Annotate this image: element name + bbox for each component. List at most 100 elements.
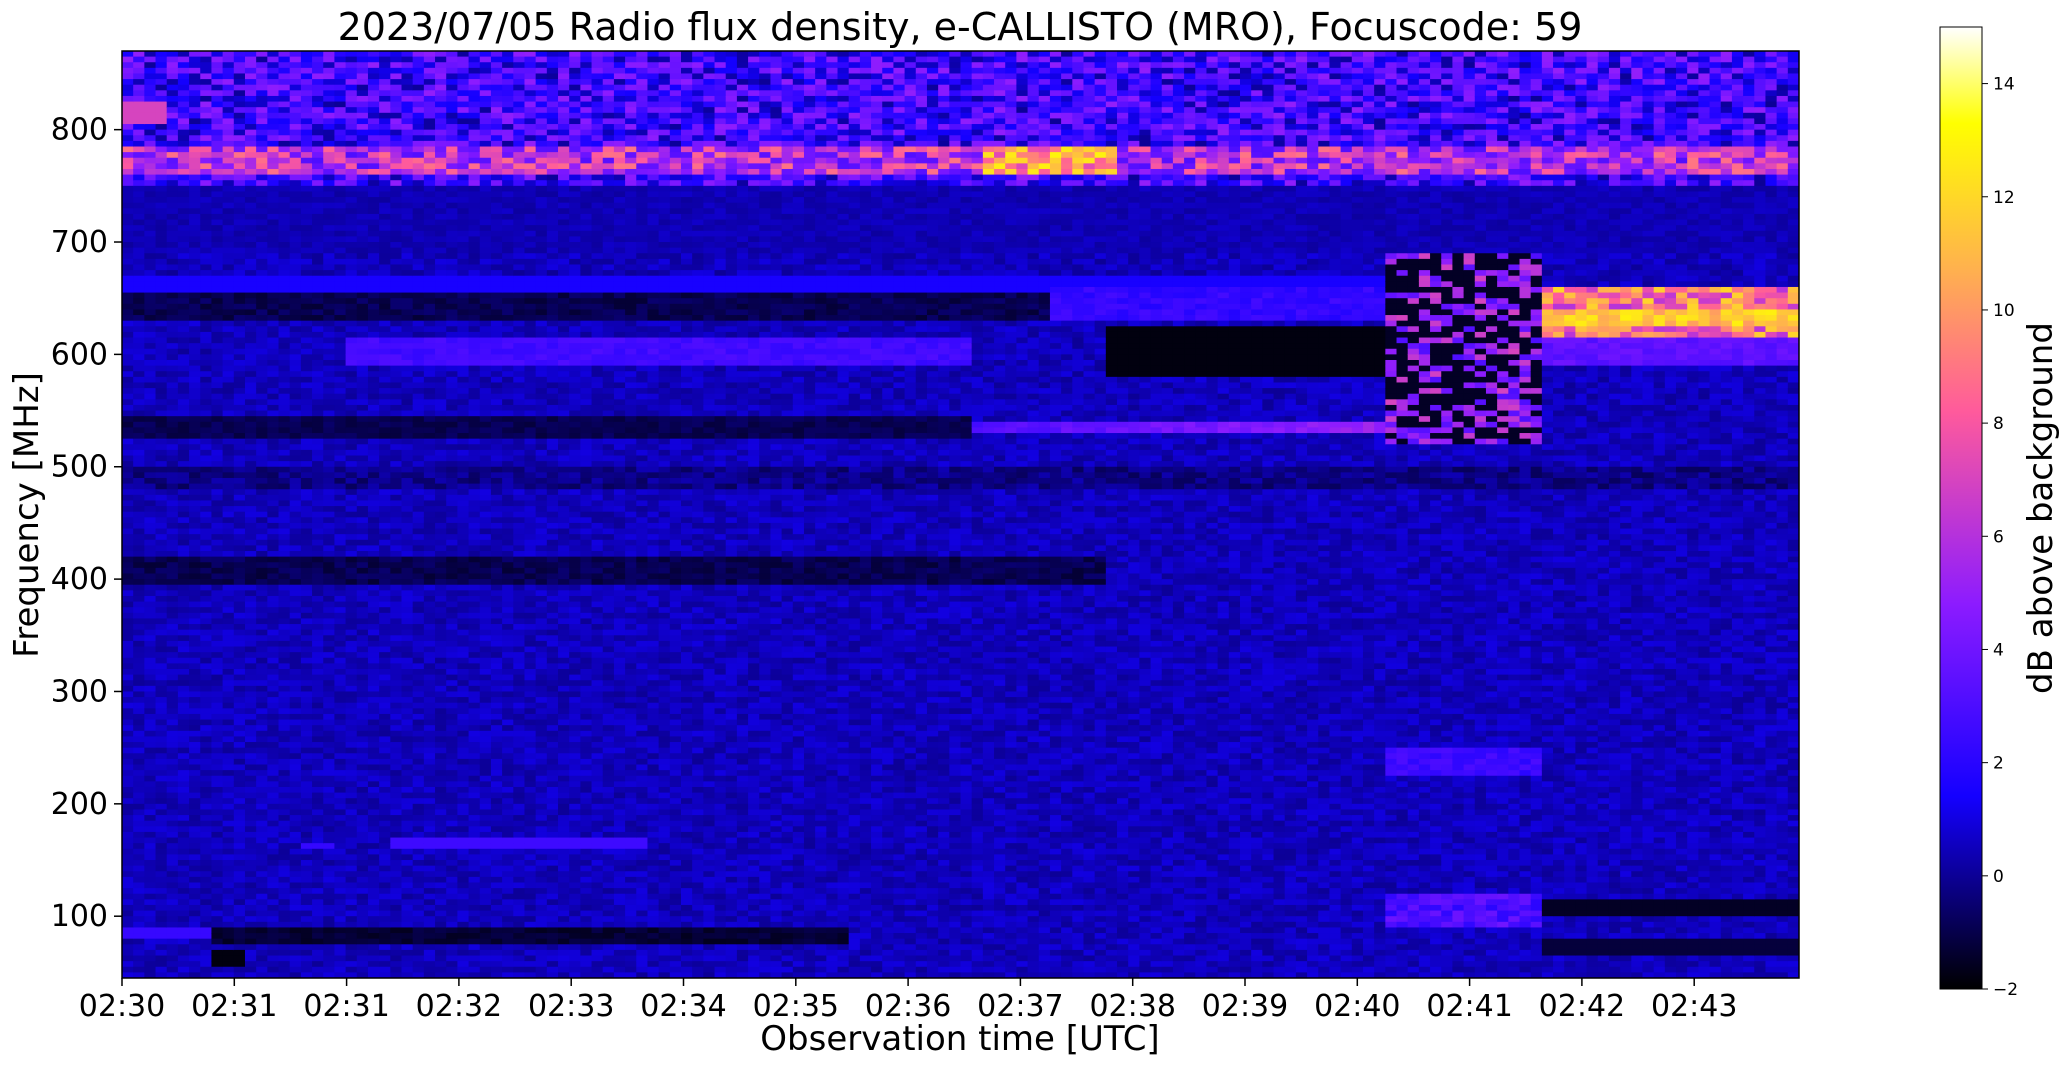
heatmap-cell (312, 287, 324, 293)
heatmap-cell (256, 394, 268, 400)
heatmap-cell (357, 523, 369, 529)
heatmap-cell (390, 776, 402, 782)
heatmap-cell (323, 321, 335, 327)
heatmap-cell (446, 180, 458, 186)
heatmap-cell (323, 382, 335, 388)
heatmap-cell (346, 517, 358, 523)
heatmap-cell (156, 186, 168, 192)
heatmap-cell (435, 540, 447, 546)
heatmap-cell (256, 208, 268, 214)
heatmap-cell (267, 630, 279, 636)
heatmap-cell (413, 669, 425, 675)
heatmap-cell (334, 725, 346, 731)
heatmap-cell (346, 691, 358, 697)
heatmap-cell (390, 658, 402, 664)
heatmap-cell (234, 832, 246, 838)
heatmap-cell (301, 96, 313, 102)
heatmap-cell (167, 304, 179, 310)
heatmap-cell (424, 62, 436, 68)
heatmap-cell (424, 585, 436, 591)
heatmap-cell (334, 882, 346, 888)
heatmap-cell (178, 866, 190, 872)
heatmap-cell (346, 506, 358, 512)
heatmap-cell (178, 338, 190, 344)
heatmap-cell (189, 152, 201, 158)
heatmap-cell (424, 658, 436, 664)
heatmap-cell (334, 163, 346, 169)
heatmap-cell (279, 793, 291, 799)
heatmap-cell (357, 708, 369, 714)
heatmap-cell (245, 590, 257, 596)
heatmap-cell (323, 472, 335, 478)
heatmap-cell (211, 545, 223, 551)
heatmap-cell (323, 793, 335, 799)
heatmap-cell (290, 354, 302, 360)
heatmap-cell (290, 394, 302, 400)
heatmap-cell (234, 399, 246, 405)
heatmap-cell (245, 708, 257, 714)
heatmap-cell (290, 315, 302, 321)
heatmap-cell (178, 214, 190, 220)
heatmap-cell (223, 467, 235, 473)
heatmap-cell (390, 478, 402, 484)
heatmap-cell (379, 175, 391, 181)
heatmap-cell (301, 849, 313, 855)
heatmap-cell (368, 585, 380, 591)
heatmap-cell (301, 236, 313, 242)
heatmap-cell (301, 663, 313, 669)
heatmap-cell (245, 298, 257, 304)
heatmap-cell (167, 748, 179, 754)
heatmap-cell (223, 927, 235, 933)
heatmap-cell (189, 568, 201, 574)
heatmap-cell (279, 349, 291, 355)
heatmap-cell (279, 293, 291, 299)
heatmap-cell (312, 264, 324, 270)
heatmap-cell (435, 922, 447, 928)
heatmap-cell (133, 562, 145, 568)
heatmap-cell (323, 956, 335, 962)
heatmap-cell (379, 557, 391, 563)
heatmap-cell (357, 332, 369, 338)
heatmap-cell (301, 765, 313, 771)
heatmap-cell (402, 765, 414, 771)
heatmap-cell (346, 124, 358, 130)
heatmap-cell (379, 731, 391, 737)
heatmap-cell (368, 579, 380, 585)
heatmap-cell (223, 113, 235, 119)
heatmap-cell (390, 79, 402, 85)
heatmap-cell (312, 871, 324, 877)
heatmap-cell (223, 815, 235, 821)
heatmap-cell (133, 838, 145, 844)
heatmap-cell (144, 534, 156, 540)
heatmap-cell (211, 264, 223, 270)
heatmap-cell (312, 573, 324, 579)
heatmap-cell (435, 961, 447, 967)
heatmap-cell (211, 411, 223, 417)
heatmap-cell (223, 568, 235, 574)
heatmap-cell (211, 57, 223, 63)
heatmap-cell (122, 276, 134, 282)
heatmap-cell (223, 691, 235, 697)
heatmap-cell (144, 163, 156, 169)
heatmap-cell (446, 394, 458, 400)
heatmap-cell (122, 96, 134, 102)
heatmap-cell (234, 663, 246, 669)
heatmap-cell (256, 484, 268, 490)
heatmap-cell (323, 804, 335, 810)
heatmap-cell (323, 73, 335, 79)
heatmap-cell (402, 180, 414, 186)
heatmap-cell (279, 388, 291, 394)
heatmap-cell (156, 366, 168, 372)
heatmap-cell (390, 618, 402, 624)
heatmap-cell (402, 411, 414, 417)
heatmap-cell (390, 557, 402, 563)
heatmap-cell (301, 191, 313, 197)
heatmap-cell (323, 287, 335, 293)
heatmap-cell (211, 832, 223, 838)
heatmap-cell (144, 416, 156, 422)
heatmap-cell (390, 270, 402, 276)
heatmap-cell (390, 512, 402, 518)
heatmap-cell (379, 495, 391, 501)
heatmap-cell (435, 500, 447, 506)
heatmap-cell (189, 787, 201, 793)
